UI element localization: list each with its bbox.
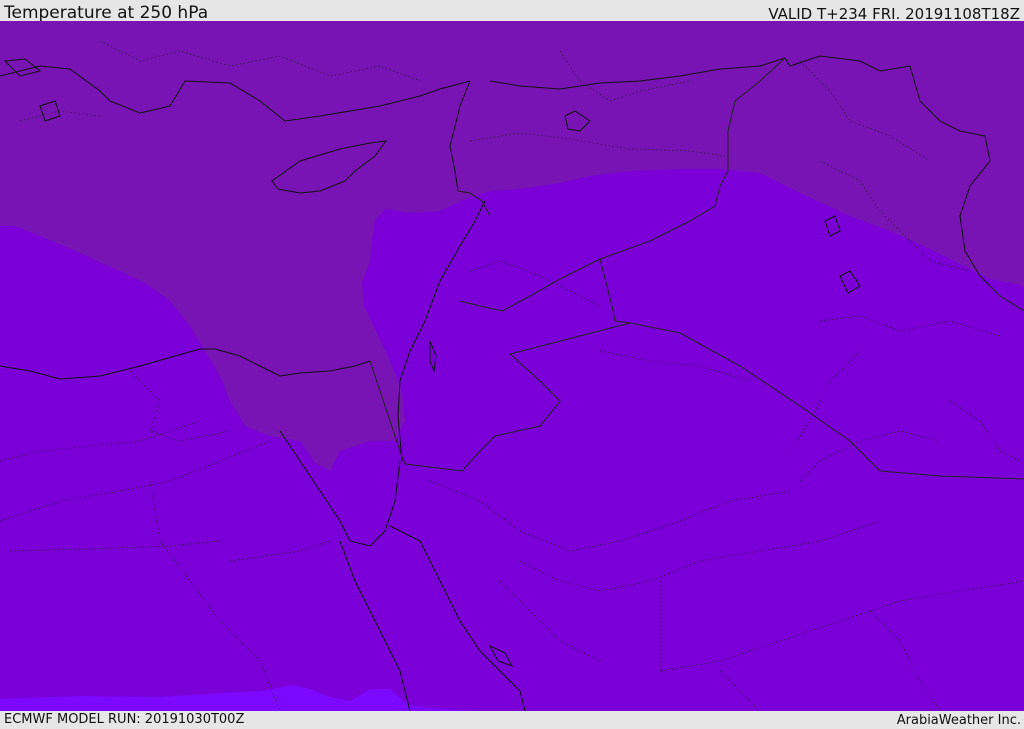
map-title: Temperature at 250 hPa: [4, 3, 209, 23]
credit: ArabiaWeather Inc.: [896, 713, 1021, 728]
model-run: ECMWF MODEL RUN: 20191030T00Z: [4, 712, 245, 727]
temperature-map: [0, 21, 1024, 711]
